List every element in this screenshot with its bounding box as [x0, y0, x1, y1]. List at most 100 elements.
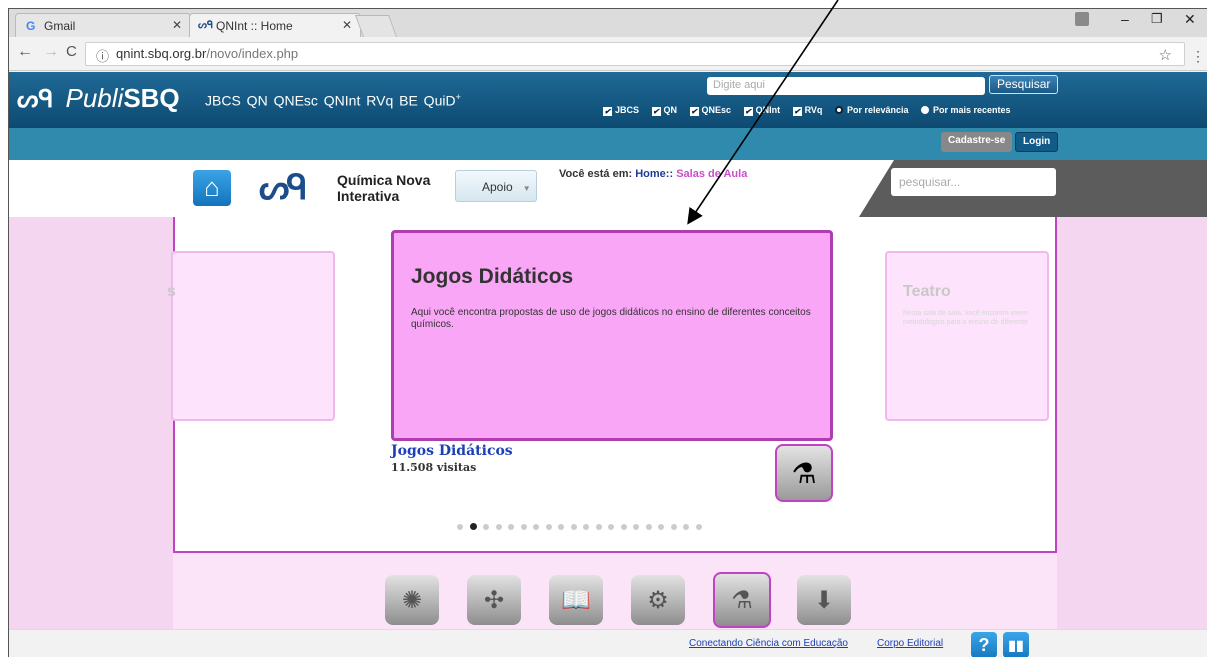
tab-qnint[interactable]: ᔕᑫ QNInt :: Home ✕ — [189, 13, 361, 37]
filter-qn[interactable]: ✔ QN — [651, 105, 677, 116]
sort-label: Por mais recentes — [933, 105, 1011, 115]
carousel-dot[interactable] — [583, 524, 589, 530]
journal-list[interactable]: JBCS QN QNEsc QNInt RVq BE QuiD — [205, 93, 456, 109]
carousel-dot[interactable] — [595, 524, 602, 530]
reload-icon[interactable]: C — [66, 43, 77, 60]
back-icon[interactable]: ← — [17, 43, 33, 61]
caption-title-link[interactable]: Jogos Didáticos — [391, 443, 513, 459]
card-title: Jogos Didáticos — [411, 265, 574, 288]
filter-qnint[interactable]: ✔ QNInt — [743, 105, 781, 116]
search-filters: ✔ JBCS ✔ QN ✔ QNEsc ✔ QNInt ✔ RVq Por relevân… — [603, 105, 1021, 116]
close-icon[interactable]: ✕ — [172, 18, 182, 32]
menu-icon[interactable]: ⋮ — [1191, 48, 1205, 65]
filter-jbcs[interactable]: ✔ JBCS — [603, 105, 639, 116]
checkbox-icon[interactable]: ✔ — [689, 107, 699, 116]
carousel-dot[interactable] — [520, 524, 527, 530]
carousel-dot[interactable] — [695, 524, 702, 530]
forward-icon[interactable]: → — [43, 43, 59, 61]
filter-qnesc[interactable]: ✔ QNEsc — [689, 105, 731, 116]
tab-title: QNInt :: Home — [216, 19, 293, 33]
carousel-dot[interactable] — [483, 524, 489, 530]
tab-gmail[interactable]: G Gmail ✕ — [15, 13, 191, 37]
carousel-dot[interactable] — [570, 524, 577, 530]
carousel-dot[interactable] — [658, 524, 664, 530]
card-title: Teatro — [903, 283, 951, 300]
browser-window: G Gmail ✕ ᔕᑫ QNInt :: Home ✕ – ❐ ✕ ← → C… — [8, 8, 1207, 657]
carousel-dot[interactable] — [457, 524, 463, 530]
url-host: qnint.sbq.org.br — [116, 46, 207, 61]
molecule-network-icon[interactable]: ✺ — [385, 575, 439, 625]
logo-line-2: Interativa — [337, 188, 400, 204]
carousel-dot[interactable] — [469, 523, 477, 530]
publisbq-header: ᔕᑫ PubliSBQ JBCS QN QNEsc QNInt RVq BE Qu… — [9, 72, 1207, 128]
footer-link-corpo-editorial[interactable]: Corpo Editorial — [877, 638, 943, 649]
qnint-logo-text[interactable]: Química Nova Interativa — [337, 172, 430, 204]
checkbox-icon[interactable]: ✔ — [603, 107, 612, 116]
carousel-pagination — [457, 517, 708, 530]
radio-selected-icon[interactable] — [834, 106, 843, 114]
download-box-icon[interactable]: ⬇ — [797, 575, 851, 625]
carousel-dot[interactable] — [620, 524, 627, 530]
carousel-card-previous[interactable]: s — [167, 251, 335, 421]
carousel-dot[interactable] — [545, 524, 552, 530]
breadcrumb-label: Você está em: — [559, 168, 633, 180]
login-button[interactable]: Login — [1015, 132, 1059, 152]
help-icon[interactable]: ? — [971, 632, 997, 657]
qnint-favicon-icon: ᔕᑫ — [198, 20, 214, 31]
lab-glassware-icon[interactable]: ⚗ — [775, 444, 833, 502]
sort-label: Por relevância — [846, 105, 909, 115]
sbq-mark-icon: ᔕᑫ — [17, 86, 54, 113]
stats-chart-icon[interactable]: ▮▮ — [1003, 632, 1029, 657]
cadastre-se-button[interactable]: Cadastre-se — [941, 132, 1013, 152]
carousel-dot[interactable] — [608, 524, 614, 530]
publisbq-logo[interactable]: ᔕᑫ PubliSBQ — [17, 83, 180, 114]
profile-icon[interactable] — [1075, 12, 1089, 26]
carousel-dot[interactable] — [670, 524, 677, 530]
carousel-dot[interactable] — [645, 524, 652, 530]
carousel-dot[interactable] — [683, 524, 689, 530]
info-icon[interactable]: ⓘ — [96, 46, 109, 65]
sort-relevance[interactable]: Por relevância — [834, 105, 909, 115]
carousel-dot[interactable] — [508, 524, 514, 530]
pesquisar-button[interactable]: Pesquisar — [989, 75, 1059, 94]
book-icon[interactable]: 📖 — [549, 575, 603, 625]
apoio-label: Apoio — [482, 180, 513, 194]
bookmark-star-icon[interactable]: ☆ — [1159, 46, 1172, 64]
journal-links[interactable]: JBCS QN QNEsc QNInt RVq BE QuiD+ — [205, 92, 461, 109]
carousel-dot[interactable] — [633, 524, 639, 530]
qnint-logo-mark[interactable]: ᔕᑫ — [259, 168, 308, 208]
breadcrumb-section[interactable]: Salas de Aula — [676, 168, 747, 180]
new-tab-button[interactable] — [354, 15, 398, 37]
carousel-dot[interactable] — [533, 524, 539, 530]
url-path: /novo/index.php — [206, 46, 299, 61]
carousel-card-next[interactable]: Teatro Nesta sala de aula, você encontra… — [885, 251, 1049, 421]
brain-gear-icon[interactable]: ⚙ — [631, 575, 685, 625]
qnint-search-input[interactable]: pesquisar... — [891, 168, 1056, 196]
filter-rvq[interactable]: ✔ RVq — [792, 105, 822, 116]
publisbq-search-input[interactable]: Digite aqui — [707, 77, 985, 95]
checkbox-icon[interactable]: ✔ — [743, 107, 753, 116]
footer: Conectando Ciência com Educação Corpo Ed… — [9, 629, 1207, 657]
sort-recent[interactable]: Por mais recentes — [921, 105, 1011, 115]
carousel-card-active[interactable]: Jogos Didáticos Aqui você encontra propo… — [391, 230, 833, 441]
checkbox-icon[interactable]: ✔ — [792, 107, 802, 116]
carousel-dot[interactable] — [558, 524, 564, 530]
carousel-dot[interactable] — [495, 524, 502, 530]
minimize-icon[interactable]: – — [1121, 11, 1129, 27]
close-icon[interactable]: ✕ — [342, 18, 352, 32]
filter-label: QNInt — [755, 105, 781, 115]
home-icon[interactable]: ⌂ — [193, 170, 231, 206]
tab-bar: G Gmail ✕ ᔕᑫ QNInt :: Home ✕ – ❐ ✕ — [9, 9, 1207, 37]
breadcrumb-home[interactable]: Home:: — [635, 168, 673, 180]
apoio-dropdown[interactable]: Apoio ▼ — [455, 170, 537, 202]
atom-model-icon[interactable]: ✣ — [467, 575, 521, 625]
footer-link-conectando[interactable]: Conectando Ciência com Educação — [689, 638, 848, 649]
radio-icon[interactable] — [921, 106, 930, 114]
restore-icon[interactable]: ❐ — [1151, 11, 1163, 27]
qnint-header: ⌂ ᔕᑫ Química Nova Interativa Apoio ▼ Você … — [9, 160, 1207, 217]
checkbox-icon[interactable]: ✔ — [651, 107, 661, 116]
window-close-icon[interactable]: ✕ — [1184, 11, 1196, 28]
lab-glassware-icon[interactable]: ⚗ — [713, 572, 771, 628]
journal-sup: + — [455, 92, 461, 102]
url-field[interactable]: ⓘ qnint.sbq.org.br/novo/index.php ☆ — [85, 42, 1185, 66]
